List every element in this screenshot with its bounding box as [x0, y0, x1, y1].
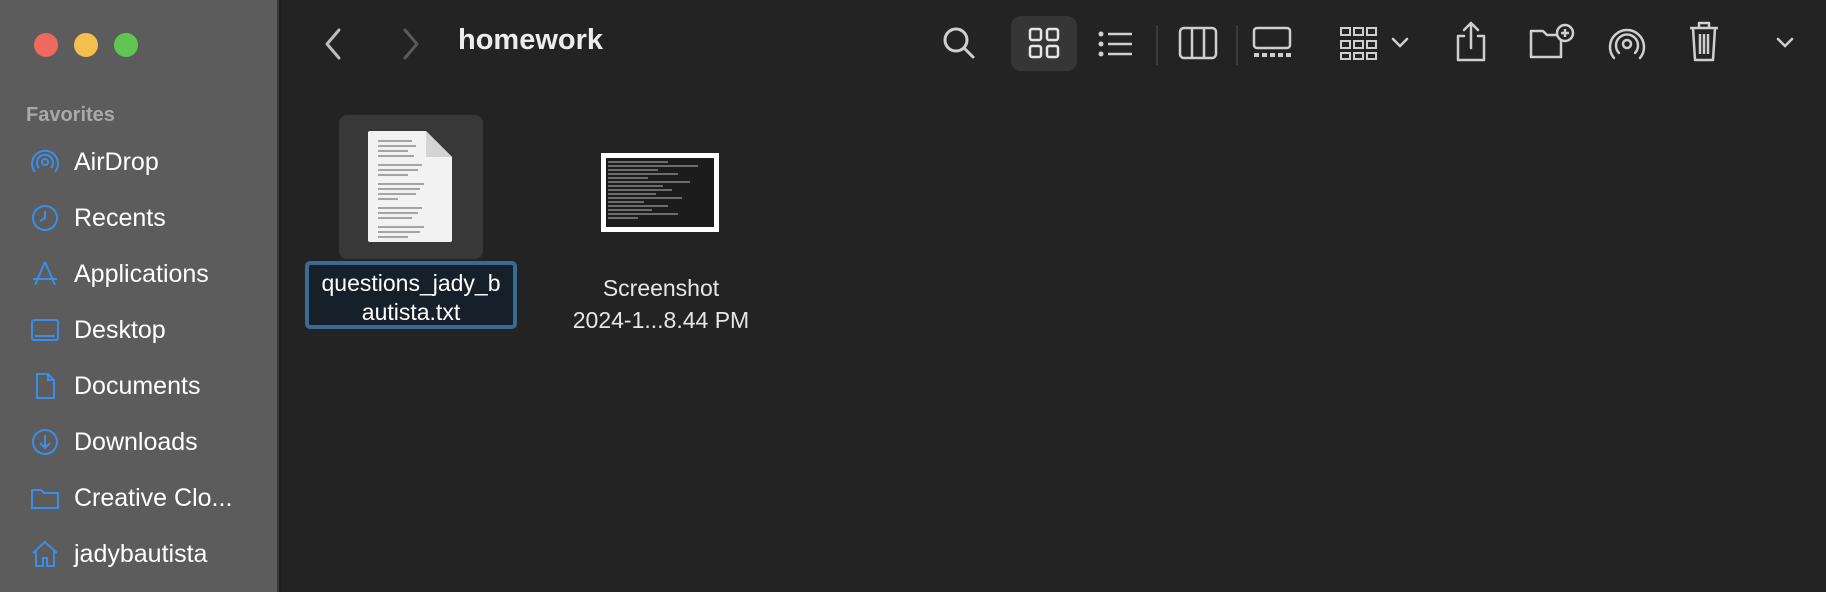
forward-icon[interactable] — [397, 26, 423, 62]
sidebar-item-label: Creative Clo... — [74, 484, 233, 512]
minimize-window-button[interactable] — [74, 33, 98, 57]
sidebar-item-label: Recents — [74, 204, 166, 232]
toolbar-divider — [1156, 25, 1158, 65]
sidebar-item-desktop[interactable]: Desktop — [0, 308, 279, 352]
file-thumbnail-tile — [339, 115, 483, 259]
sidebar-item-label: Downloads — [74, 428, 198, 456]
applications-icon — [33, 261, 57, 286]
share-icon[interactable] — [1454, 20, 1488, 62]
sidebar-item-label: Desktop — [74, 316, 166, 344]
back-icon[interactable] — [321, 26, 347, 62]
more-chevron-icon[interactable] — [1776, 36, 1794, 50]
main-content: homework questions_jady_b autista.txt Sc… — [281, 0, 1826, 592]
file-name-label[interactable]: questions_jady_b autista.txt — [305, 261, 517, 329]
maximize-window-button[interactable] — [114, 33, 138, 57]
sidebar-item-recents[interactable]: Recents — [0, 196, 279, 240]
clock-icon — [32, 205, 58, 231]
sidebar: Favorites AirDrop Recents Applications D… — [0, 0, 279, 592]
search-icon[interactable] — [942, 26, 976, 60]
sidebar-item-applications[interactable]: Applications — [0, 252, 279, 296]
document-icon — [36, 373, 55, 399]
airdrop-icon — [31, 149, 59, 173]
home-icon — [32, 540, 58, 567]
toolbar-divider — [1236, 25, 1238, 65]
screenshot-preview — [606, 158, 714, 227]
sidebar-item-label: AirDrop — [74, 148, 159, 176]
gallery-view-icon[interactable] — [1252, 26, 1292, 60]
grid-view-icon — [1028, 27, 1060, 59]
sidebar-item-downloads[interactable]: Downloads — [0, 420, 279, 464]
sidebar-item-label: Documents — [74, 372, 201, 400]
trash-icon[interactable] — [1688, 20, 1720, 62]
group-icon[interactable] — [1339, 26, 1379, 60]
close-window-button[interactable] — [34, 33, 58, 57]
terminal-preview-image — [608, 161, 698, 219]
screenshot-thumbnail — [601, 153, 719, 232]
sidebar-item-documents[interactable]: Documents — [0, 364, 279, 408]
desktop-icon — [31, 319, 59, 341]
chevron-down-icon[interactable] — [1391, 36, 1409, 50]
grid-view-button[interactable] — [1011, 16, 1077, 71]
file-name-label[interactable]: Screenshot 2024-1...8.44 PM — [546, 272, 776, 336]
sidebar-item-airdrop[interactable]: AirDrop — [0, 140, 279, 184]
airdrop-icon[interactable] — [1607, 24, 1647, 64]
sidebar-item-label: Applications — [74, 260, 209, 288]
sidebar-item-creative-cloud[interactable]: Creative Clo... — [0, 476, 279, 520]
folder-icon — [31, 489, 59, 509]
download-icon — [32, 429, 58, 455]
sidebar-item-home[interactable]: jadybautista — [0, 532, 279, 576]
column-view-icon[interactable] — [1178, 26, 1218, 60]
window-title: homework — [458, 24, 604, 56]
list-view-icon[interactable] — [1098, 29, 1134, 59]
sidebar-item-label: jadybautista — [74, 540, 208, 568]
favorites-header: Favorites — [26, 104, 115, 126]
text-document-icon — [368, 131, 452, 242]
new-folder-icon[interactable] — [1529, 23, 1575, 61]
